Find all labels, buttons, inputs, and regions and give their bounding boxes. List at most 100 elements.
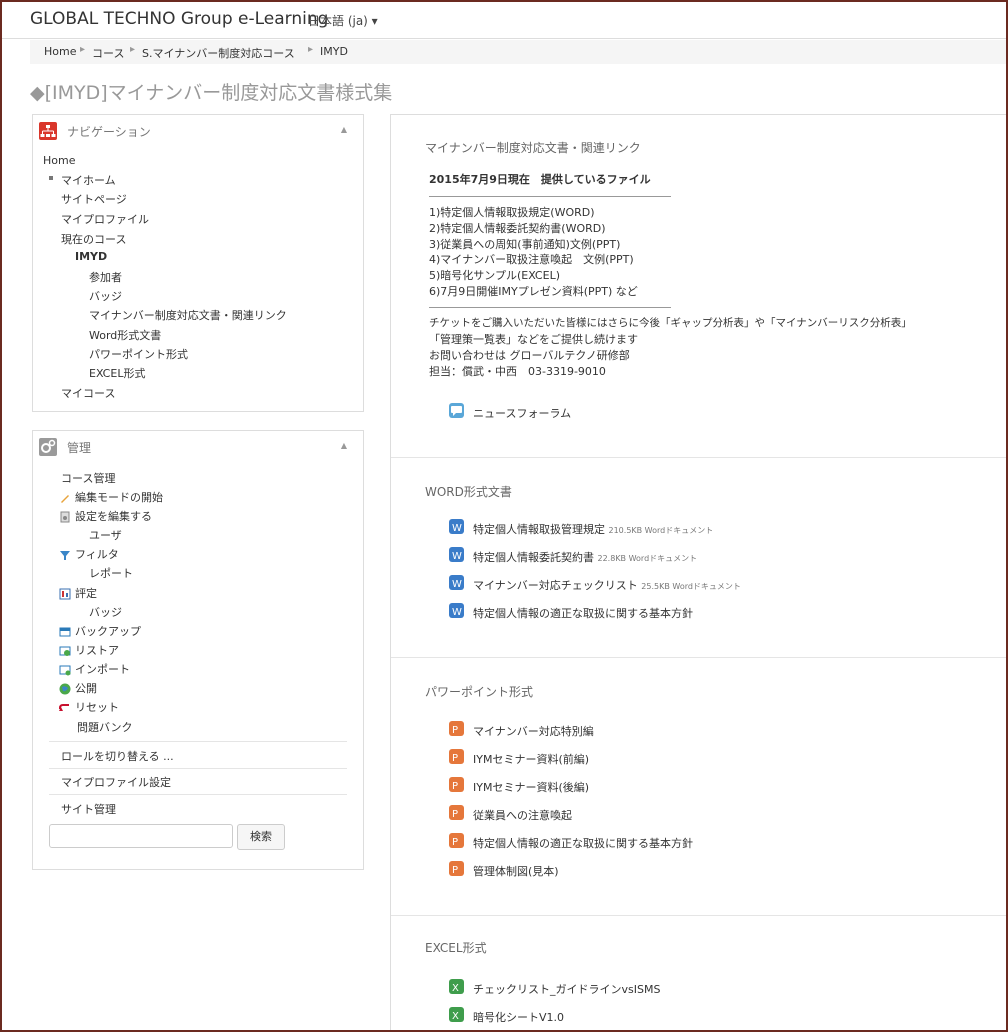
section-title: EXCEL形式 [425, 941, 487, 955]
divider [49, 794, 347, 795]
collapse-caret-icon[interactable]: ▲ [341, 125, 347, 134]
summary-line: 1)特定個人情報取扱規定(WORD) [429, 206, 595, 219]
administration-block-title: 管理 [67, 441, 92, 455]
bullet-icon [49, 176, 53, 180]
admin-turn-editing-on[interactable]: 編集モードの開始 [75, 489, 163, 505]
navigation-block: ナビゲーション ▲ Home マイホーム サイトページ マイプロファイル 現在の… [32, 114, 364, 412]
summary-note: 「管理策一覧表」などをご提供し続けます [429, 333, 638, 346]
word-file-icon: W [449, 519, 464, 534]
administration-block: 管理 ▲ コース管理 編集モードの開始 設定を編集する ユーザ フィルタ レポー… [32, 430, 364, 870]
breadcrumb-course[interactable]: IMYD [320, 45, 348, 58]
nav-site-pages[interactable]: サイトページ [61, 191, 127, 207]
admin-backup[interactable]: バックアップ [75, 623, 141, 639]
excel-file-link[interactable]: チェックリスト_ガイドラインvsISMS [473, 981, 660, 997]
backup-icon [59, 623, 71, 637]
restore-icon [59, 642, 71, 656]
summary-line: 4)マイナンバー取扱注意喚起 文例(PPT) [429, 253, 634, 266]
nav-badges[interactable]: バッジ [89, 288, 122, 304]
powerpoint-file-link[interactable]: IYMセミナー資料(前編) [473, 751, 589, 767]
site-brand[interactable]: GLOBAL TECHNO Group e-Learning [30, 9, 328, 29]
powerpoint-file-link[interactable]: マイナンバー対応特別編 [473, 723, 594, 739]
powerpoint-file-icon: P [449, 805, 464, 820]
breadcrumb-courses[interactable]: コース [92, 45, 124, 61]
filter-icon [59, 546, 71, 560]
excel-file-link[interactable]: 暗号化シートV1.0 [473, 1009, 564, 1025]
svg-text:W: W [452, 523, 462, 534]
divider [49, 741, 347, 742]
breadcrumb-home[interactable]: Home [44, 45, 76, 58]
nav-section-word[interactable]: Word形式文書 [89, 327, 161, 343]
admin-publish[interactable]: 公開 [75, 680, 97, 696]
admin-badges[interactable]: バッジ [89, 604, 122, 620]
nav-home[interactable]: Home [43, 154, 75, 167]
nav-my-courses[interactable]: マイコース [61, 385, 115, 401]
svg-text:W: W [452, 579, 462, 590]
summary-note: チケットをご購入いただいた皆様にはさらに今後「ギャップ分析表」や「マイナンバーリ… [429, 317, 912, 329]
admin-course-administration[interactable]: コース管理 [61, 470, 115, 486]
grades-icon [59, 585, 71, 600]
admin-filters[interactable]: フィルタ [75, 546, 119, 562]
admin-reset[interactable]: リセット [75, 699, 119, 715]
powerpoint-file-icon: P [449, 721, 464, 736]
powerpoint-file-link[interactable]: 特定個人情報の適正な取扱に関する基本方針 [473, 835, 693, 851]
admin-import[interactable]: インポート [75, 661, 130, 677]
excel-file-icon: X [449, 979, 464, 994]
nav-current-course[interactable]: 現在のコース [61, 231, 126, 247]
administration-block-header[interactable]: 管理 ▲ [33, 431, 363, 459]
summary-heading: 2015年7月9日現在 提供しているファイル [429, 173, 651, 186]
nav-myhome[interactable]: マイホーム [61, 172, 116, 188]
powerpoint-file-link[interactable]: 従業員への注意喚起 [473, 807, 572, 823]
admin-reports[interactable]: レポート [89, 565, 133, 581]
nav-course-imyd[interactable]: IMYD [75, 250, 107, 263]
svg-text:W: W [452, 607, 462, 618]
svg-text:P: P [452, 809, 458, 820]
admin-users[interactable]: ユーザ [89, 527, 122, 543]
word-file-link[interactable]: 特定個人情報委託契約書 22.8KB Wordドキュメント [473, 549, 697, 565]
word-file-link[interactable]: マイナンバー対応チェックリスト 25.5KB Wordドキュメント [473, 577, 741, 593]
word-file-link[interactable]: 特定個人情報取扱管理規定 210.5KB Wordドキュメント [473, 521, 713, 537]
nav-my-profile[interactable]: マイプロファイル [61, 211, 149, 227]
breadcrumb-category[interactable]: S.マイナンバー制度対応コース [142, 45, 295, 61]
admin-restore[interactable]: リストア [75, 642, 119, 658]
admin-search-input[interactable] [49, 824, 233, 848]
svg-text:X: X [452, 1011, 459, 1022]
news-forum-link[interactable]: ニュースフォーラム [473, 405, 571, 421]
svg-text:P: P [452, 725, 458, 736]
summary-line: 3)従業員への周知(事前通知)文例(PPT) [429, 238, 621, 251]
svg-text:P: P [452, 865, 458, 876]
nav-section-excel[interactable]: EXCEL形式 [89, 365, 145, 381]
powerpoint-file-icon: P [449, 777, 464, 792]
powerpoint-file-icon: P [449, 861, 464, 876]
section-powerpoint: パワーポイント形式 P マイナンバー対応特別編 P IYMセミナー資料(前編) … [391, 657, 1006, 916]
word-file-icon: W [449, 575, 464, 590]
powerpoint-file-icon: P [449, 749, 464, 764]
admin-grades[interactable]: 評定 [75, 585, 97, 601]
admin-switch-role[interactable]: ロールを切り替える ... [61, 748, 174, 764]
section-excel: EXCEL形式 X チェックリスト_ガイドラインvsISMS X 暗号化シートV… [391, 915, 1006, 1030]
word-file-link[interactable]: 特定個人情報の適正な取扱に関する基本方針 [473, 605, 693, 621]
breadcrumb-separator-icon: ▸ [308, 44, 314, 55]
admin-site-administration[interactable]: サイト管理 [61, 801, 116, 817]
admin-search-button[interactable]: 検索 [237, 824, 285, 850]
summary-line: 2)特定個人情報委託契約書(WORD) [429, 222, 606, 235]
summary-note: お問い合わせは グローバルテクノ研修部 [429, 349, 630, 362]
forum-icon [449, 403, 464, 418]
svg-text:P: P [452, 837, 458, 848]
language-menu[interactable]: 日本語 (ja) ▾ [308, 12, 378, 29]
nav-participants[interactable]: 参加者 [89, 269, 122, 285]
navigation-block-header[interactable]: ナビゲーション ▲ [33, 115, 363, 143]
powerpoint-file-link[interactable]: IYMセミナー資料(後編) [473, 779, 589, 795]
section-title: WORD形式文書 [425, 485, 512, 499]
settings-icon [59, 508, 71, 523]
course-content: マイナンバー制度対応文書・関連リンク 2015年7月9日現在 提供しているファイ… [390, 114, 1006, 1030]
nav-section-ppt[interactable]: パワーポイント形式 [89, 346, 188, 362]
admin-profile-settings[interactable]: マイプロファイル設定 [61, 774, 171, 790]
collapse-caret-icon[interactable]: ▲ [341, 441, 347, 450]
navigation-block-title: ナビゲーション [67, 125, 151, 139]
admin-question-bank[interactable]: 問題バンク [77, 719, 133, 735]
powerpoint-file-link[interactable]: 管理体制図(見本) [473, 863, 559, 879]
nav-section-links[interactable]: マイナンバー制度対応文書・関連リンク [89, 307, 287, 323]
admin-edit-settings[interactable]: 設定を編集する [75, 508, 152, 524]
sitemap-icon [39, 122, 57, 140]
summary-note: 担当：償武・中西 03-3319-9010 [429, 365, 606, 378]
